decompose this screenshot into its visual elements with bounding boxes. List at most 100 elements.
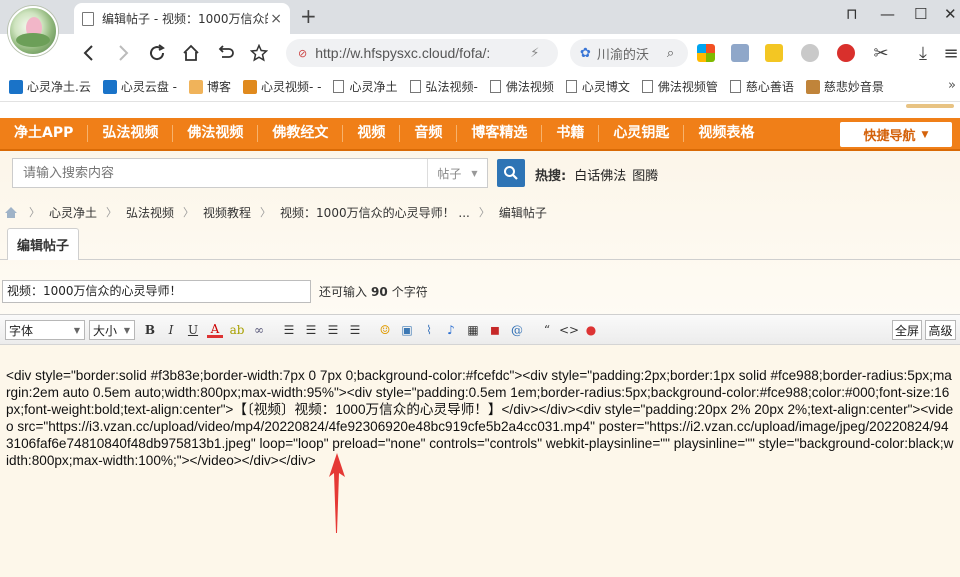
font-size-select[interactable]: 大小 ▼ — [89, 320, 135, 340]
search-button[interactable] — [497, 159, 525, 187]
char-count-hint: 还可输入 90 个字符 — [319, 285, 428, 299]
forward-icon[interactable] — [112, 42, 134, 64]
pin-icon[interactable]: ⊓ — [846, 5, 858, 23]
profile-avatar[interactable] — [8, 6, 58, 56]
quote-icon[interactable]: “ — [539, 322, 555, 338]
underline-icon[interactable]: U — [185, 322, 201, 338]
nav-item[interactable]: 博客精选 — [457, 125, 543, 142]
highlight-icon[interactable]: ab — [229, 322, 245, 338]
search-input[interactable] — [13, 159, 427, 187]
qq-icon[interactable]: ● — [583, 322, 599, 338]
close-window-button[interactable]: ✕ — [944, 5, 957, 23]
back-icon[interactable] — [78, 42, 100, 64]
fullscreen-button[interactable]: 全屏 — [892, 320, 922, 340]
nav-item[interactable]: 音频 — [400, 125, 458, 142]
more-bookmarks-icon[interactable]: » — [948, 78, 956, 93]
bookmark-item[interactable]: 心灵视频- - — [243, 78, 321, 95]
bookmark-item[interactable]: 博客 — [188, 78, 231, 95]
menu-icon[interactable]: ≡ — [940, 42, 960, 64]
bookmark-item[interactable]: 佛法视频 — [489, 78, 554, 95]
audio-icon[interactable]: ♪ — [443, 322, 459, 338]
advanced-button[interactable]: 高级 — [925, 320, 956, 340]
quick-nav-button[interactable]: 快捷导航 ▼ — [840, 122, 952, 147]
code-icon[interactable]: <> — [559, 322, 579, 338]
breadcrumb-current: 编辑帖子 — [498, 205, 547, 220]
nav-item[interactable]: 净土APP — [0, 125, 89, 142]
bookmark-item[interactable]: 佛法视频管 — [641, 78, 718, 95]
nav-item[interactable]: 视频表格 — [684, 125, 768, 142]
page-icon — [333, 80, 345, 93]
extension-icon[interactable] — [765, 44, 783, 62]
home-icon[interactable] — [0, 206, 20, 219]
nav-item[interactable]: 心灵钥匙 — [599, 125, 685, 142]
main-nav: 净土APP 弘法视频 佛法视频 佛教经文 视频 音频 博客精选 书籍 心灵钥匙 … — [0, 118, 960, 151]
hot-search-label: 热搜: — [535, 169, 567, 184]
new-tab-button[interactable]: + — [300, 6, 317, 26]
apps-icon[interactable] — [697, 44, 715, 62]
nav-item[interactable]: 书籍 — [542, 125, 600, 142]
reload-icon[interactable] — [146, 42, 168, 64]
paw-icon: ✿ — [580, 45, 591, 61]
font-family-select[interactable]: 字体 ▼ — [5, 320, 85, 340]
tab-close-icon[interactable]: × — [270, 11, 282, 27]
undo-icon[interactable] — [214, 42, 236, 64]
nav-item[interactable]: 弘法视频 — [88, 125, 174, 142]
bookmark-item[interactable]: 心灵净土.云 — [9, 78, 91, 95]
attachment-icon[interactable]: ⌇ — [421, 322, 437, 338]
breadcrumb-item[interactable]: 弘法视频 — [126, 204, 174, 221]
link-icon[interactable]: ∞ — [251, 322, 267, 338]
download-arrow-icon[interactable] — [731, 44, 749, 62]
editor-content-area[interactable]: <div style="border:solid #f3b83e;border-… — [0, 345, 960, 577]
align-center-icon[interactable]: ☰ — [303, 322, 319, 338]
tab-edit-post[interactable]: 编辑帖子 — [7, 228, 79, 260]
tab-title: 编辑帖子 - 视频：1000万信众的心灵导师！ — [102, 12, 268, 26]
editor-html-source: <div style="border:solid #f3b83e;border-… — [6, 368, 954, 468]
search-scope-select[interactable]: 帖子 ▼ — [427, 159, 487, 187]
bookmark-item[interactable]: 慈悲妙音景 — [805, 78, 884, 95]
emoji-icon[interactable]: ☺ — [377, 322, 393, 338]
bookmark-item[interactable]: 弘法视频- — [409, 78, 478, 95]
browser-search-text: 川渝的沃 — [596, 47, 649, 63]
hot-search-link[interactable]: 白话佛法 — [574, 165, 626, 184]
text-color-icon[interactable]: A — [207, 322, 223, 338]
site-search: 帖子▼ — [12, 158, 488, 188]
decoration — [906, 104, 954, 108]
align-justify-icon[interactable]: ☰ — [325, 322, 341, 338]
italic-icon[interactable]: I — [163, 322, 179, 338]
nav-item[interactable]: 佛法视频 — [173, 125, 259, 142]
breadcrumb-item[interactable]: 心灵净土 — [49, 204, 97, 221]
home-icon[interactable] — [180, 42, 202, 64]
bold-icon[interactable]: B — [142, 322, 158, 338]
bolt-icon[interactable]: ⚡ — [530, 46, 539, 61]
scissors-icon[interactable]: ✂ — [870, 42, 892, 64]
flash-icon[interactable]: ◼ — [487, 322, 503, 338]
bookmark-item[interactable]: 心灵博文 — [565, 78, 630, 95]
align-right-icon[interactable]: ☰ — [347, 322, 363, 338]
browser-tab[interactable]: 编辑帖子 - 视频：1000万信众的心灵导师！ × — [74, 3, 290, 34]
at-icon[interactable]: @ — [509, 322, 525, 338]
bookmark-item[interactable]: 心灵云盘 - — [102, 78, 177, 95]
video-icon — [243, 79, 257, 94]
star-icon[interactable] — [248, 42, 270, 64]
chevron-down-icon: ▼ — [471, 168, 478, 178]
minimize-button[interactable]: — — [880, 5, 895, 23]
browser-search-box[interactable]: ✿ 川渝的沃 ⌕ — [570, 39, 688, 67]
video-icon[interactable]: ▦ — [465, 322, 481, 338]
hot-search-link[interactable]: 图腾 — [632, 165, 658, 184]
nav-item[interactable]: 佛教经文 — [258, 125, 344, 142]
align-left-icon[interactable]: ☰ — [281, 322, 297, 338]
image-icon[interactable]: ▣ — [399, 322, 415, 338]
breadcrumb-item[interactable]: 视频：1000万信众的心灵导师！ ... — [280, 204, 470, 221]
download-icon[interactable]: ⤓ — [912, 42, 934, 64]
bookmark-item[interactable]: 慈心善语 — [729, 78, 794, 95]
maximize-button[interactable]: ☐ — [914, 5, 927, 23]
link-icon[interactable] — [801, 44, 819, 62]
post-title-row: 视频：1000万信众的心灵导师！ 还可输入 90 个字符 — [2, 280, 428, 303]
breadcrumb-item[interactable]: 视频教程 — [203, 204, 251, 221]
search-icon[interactable]: ⌕ — [667, 46, 674, 61]
nav-item[interactable]: 视频 — [343, 125, 401, 142]
post-title-input[interactable]: 视频：1000万信众的心灵导师！ — [2, 280, 311, 303]
address-bar[interactable]: ⊘ http://w.hfspysxc.cloud/fofa/: ⚡ — [286, 39, 558, 67]
adblock-icon[interactable] — [837, 44, 855, 62]
bookmark-item[interactable]: 心灵净土 — [333, 78, 398, 95]
